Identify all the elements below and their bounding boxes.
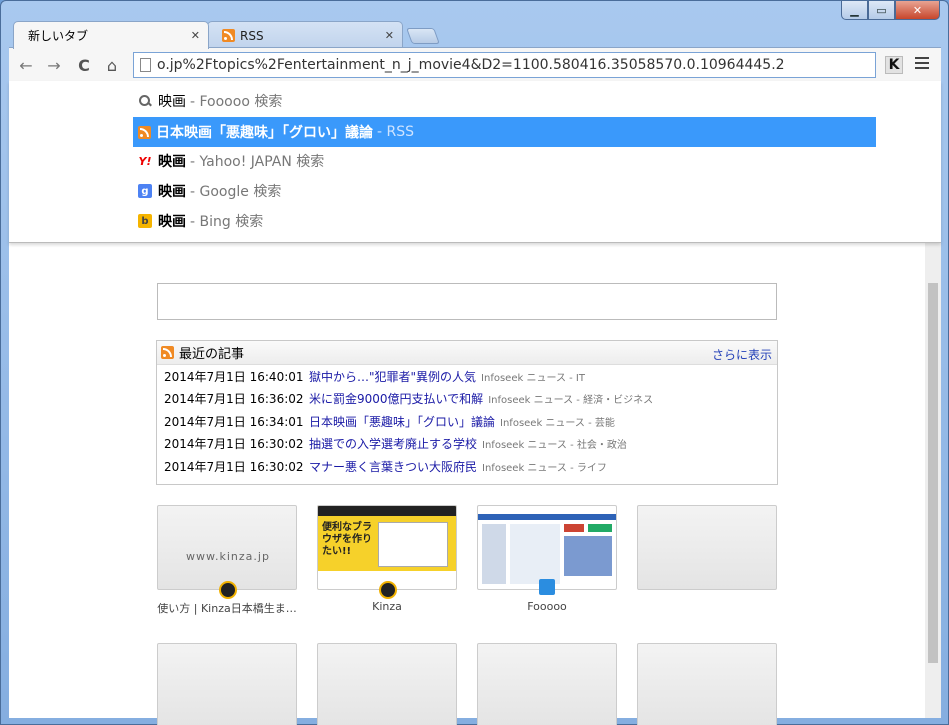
tile-fooooo[interactable]: [477, 505, 617, 590]
address-bar[interactable]: o.jp%2Ftopics%2Fentertainment_n_j_movie4…: [133, 52, 876, 78]
tile-thumb-text: www.kinza.jp: [186, 550, 270, 563]
google-icon: g: [138, 184, 152, 198]
suggestion-bing[interactable]: b 映画 - Bing 検索: [133, 206, 876, 236]
article-date: 2014年7月1日 16:34:01: [164, 414, 304, 429]
article-row: 2014年7月1日 16:34:01 日本映画「悪趣味」「グロい」議論 Info…: [157, 410, 777, 433]
suggestion-suffix: - Fooooo 検索: [190, 94, 283, 110]
close-icon[interactable]: ✕: [191, 29, 200, 42]
panel-header: 最近の記事 さらに表示: [157, 341, 777, 365]
article-link[interactable]: 獄中から…"犯罪者"異例の人気: [309, 368, 476, 385]
tile-label: Fooooo: [527, 600, 567, 613]
omnibox-suggestions: 映画 - Fooooo 検索 日本映画「悪趣味」「グロい」議論 - RSS Y!…: [9, 81, 941, 243]
menu-icon[interactable]: [915, 57, 929, 71]
kinza-favicon-icon: [379, 581, 397, 599]
suggestion-rss[interactable]: 日本映画「悪趣味」「グロい」議論 - RSS: [133, 117, 876, 147]
search-icon: [138, 94, 152, 108]
thumb-block: [588, 524, 612, 532]
vertical-scrollbar[interactable]: [925, 243, 941, 718]
thumb-header: [318, 506, 456, 516]
forward-button[interactable]: →: [43, 54, 65, 76]
suggestion-suffix: - Google 検索: [190, 184, 282, 200]
suggestion-yahoo[interactable]: Y! 映画 - Yahoo! JAPAN 検索: [133, 146, 876, 176]
tile-empty[interactable]: [637, 643, 777, 725]
rss-icon: [222, 29, 235, 42]
article-row: 2014年7月1日 16:30:02 抽選での入学選考廃止する学校 Infose…: [157, 433, 777, 456]
home-button[interactable]: ⌂: [101, 54, 123, 76]
article-date: 2014年7月1日 16:40:01: [164, 369, 304, 384]
article-source: Infoseek ニュース - 社会・政治: [482, 440, 627, 452]
article-source: Infoseek ニュース - 経済・ビジネス: [488, 395, 654, 407]
suggestion-suffix: - Yahoo! JAPAN 検索: [190, 154, 325, 170]
suggestion-suffix: - Bing 検索: [190, 214, 264, 230]
tile-kinza[interactable]: 便利なブラウザを作りたい!!: [317, 505, 457, 590]
thumb-screenshot: [378, 522, 448, 567]
tab-rss[interactable]: RSS ✕: [207, 21, 403, 49]
tile-label: 使い方 | Kinza日本橋生ま…: [157, 602, 297, 615]
article-link[interactable]: マナー悪く言葉きつい大阪府民: [309, 458, 477, 475]
page-search-input[interactable]: [157, 283, 777, 320]
show-more-link[interactable]: さらに表示: [712, 346, 772, 363]
thumb-block: [482, 524, 506, 584]
new-tab-page: 最近の記事 さらに表示 2014年7月1日 16:40:01 獄中から…"犯罪者…: [9, 243, 925, 725]
tile-empty[interactable]: [477, 643, 617, 725]
tab-new-tab[interactable]: 新しいタブ ✕: [13, 21, 209, 49]
article-date: 2014年7月1日 16:30:02: [164, 437, 304, 452]
article-date: 2014年7月1日 16:30:02: [164, 459, 304, 474]
rss-icon: [138, 125, 151, 139]
recent-articles-panel: 最近の記事 さらに表示 2014年7月1日 16:40:01 獄中から…"犯罪者…: [156, 340, 778, 485]
tile-empty[interactable]: [157, 643, 297, 725]
suggestion-google[interactable]: g 映画 - Google 検索: [133, 176, 876, 206]
suggestion-query: 映画: [158, 94, 186, 110]
toolbar: ← → C ⌂ o.jp%2Ftopics%2Fentertainment_n_…: [9, 47, 941, 81]
address-text[interactable]: o.jp%2Ftopics%2Fentertainment_n_j_movie4…: [157, 57, 785, 73]
rss-icon: [161, 346, 174, 359]
tile-empty[interactable]: [637, 505, 777, 590]
tab-label: 新しいタブ: [28, 29, 89, 43]
tab-label: RSS: [240, 28, 264, 43]
article-source: Infoseek ニュース - IT: [481, 372, 585, 384]
browser-window: ▁ ▭ ✕ 新しいタブ ✕ RSS ✕ ← → C ⌂ o.jp%2Ftopic…: [0, 0, 949, 725]
tile-kinza-howto[interactable]: www.kinza.jp: [157, 505, 297, 590]
tile-empty[interactable]: [317, 643, 457, 725]
tab-strip: 新しいタブ ✕ RSS ✕: [9, 18, 909, 49]
article-link[interactable]: 米に罰金9000億円支払いで和解: [309, 390, 483, 407]
suggestion-query: 映画: [158, 154, 186, 170]
kinza-favicon-icon: [219, 581, 237, 599]
scrollbar-thumb[interactable]: [928, 283, 938, 663]
tile-thumb-text: 便利なブラウザを作りたい!!: [322, 522, 372, 557]
article-source: Infoseek ニュース - 芸能: [500, 417, 615, 429]
article-row: 2014年7月1日 16:40:01 獄中から…"犯罪者"異例の人気 Infos…: [157, 365, 777, 388]
article-row: 2014年7月1日 16:30:02 マナー悪く言葉きつい大阪府民 Infose…: [157, 455, 777, 478]
suggestion-fooooo[interactable]: 映画 - Fooooo 検索: [133, 86, 876, 116]
yahoo-icon: Y!: [138, 154, 152, 168]
suggestion-query: 日本映画「悪趣味」「グロい」議論: [156, 125, 373, 141]
tile-label: Kinza: [372, 600, 402, 613]
suggestion-query: 映画: [158, 214, 186, 230]
article-source: Infoseek ニュース - ライフ: [482, 462, 607, 474]
thumb-header: [478, 514, 616, 520]
thumb-block: [510, 524, 560, 584]
article-link[interactable]: 抽選での入学選考廃止する学校: [309, 435, 477, 452]
panel-title: 最近の記事: [179, 347, 245, 362]
article-date: 2014年7月1日 16:36:02: [164, 392, 304, 407]
fooooo-favicon-icon: [539, 579, 555, 595]
suggestion-suffix: - RSS: [377, 124, 415, 140]
article-row: 2014年7月1日 16:36:02 米に罰金9000億円支払いで和解 Info…: [157, 388, 777, 411]
article-link[interactable]: 日本映画「悪趣味」「グロい」議論: [309, 413, 495, 430]
thumb-block: [564, 536, 612, 576]
suggestion-query: 映画: [158, 184, 186, 200]
thumb-block: [564, 524, 584, 532]
kinza-extension-button[interactable]: K: [885, 56, 903, 74]
page-icon: [140, 58, 151, 72]
new-tab-button[interactable]: [406, 28, 440, 44]
bing-icon: b: [138, 214, 152, 228]
back-button[interactable]: ←: [15, 54, 37, 76]
close-icon[interactable]: ✕: [385, 29, 394, 42]
reload-button[interactable]: C: [73, 54, 95, 76]
